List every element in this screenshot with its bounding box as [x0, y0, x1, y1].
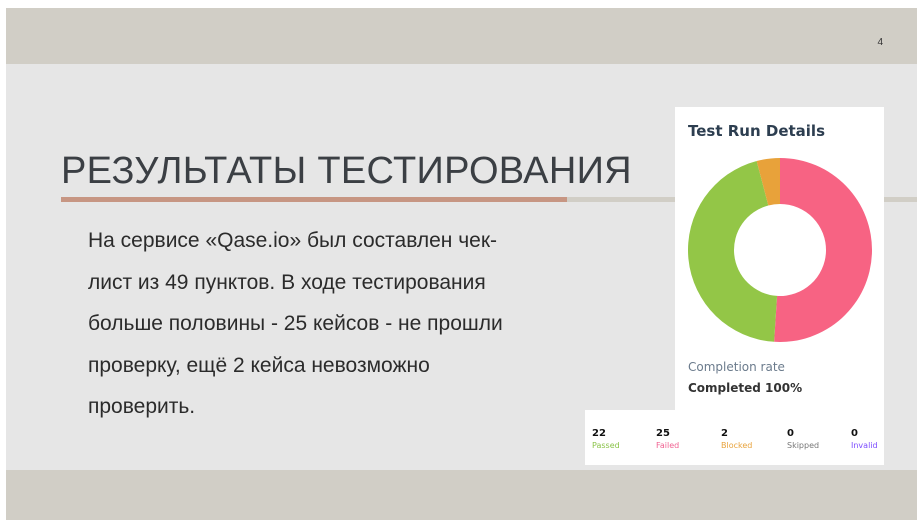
stat-skipped: 0 Skipped: [787, 428, 819, 451]
completion-value: Completed 100%: [688, 381, 803, 395]
body-line: На сервисе «Qase.io» был составлен чек-: [88, 229, 498, 252]
completion-label: Completion rate: [688, 360, 785, 374]
slide: 4 РЕЗУЛЬТАТЫ ТЕСТИРОВАНИЯ На сервисе «Qa…: [6, 8, 917, 520]
footer-band: [6, 470, 917, 520]
stat-value: 22: [592, 428, 606, 439]
card-title: Test Run Details: [688, 122, 825, 140]
stat-label: Failed: [656, 441, 680, 450]
stat-value: 25: [656, 428, 670, 439]
title-underline: [61, 197, 567, 202]
donut-chart: [688, 158, 872, 342]
page-number: 4: [877, 37, 883, 48]
donut-slice-passed: [688, 161, 778, 342]
donut-slice-failed: [774, 158, 872, 342]
stat-value: 0: [787, 428, 794, 439]
stat-invalid: 0 Invalid: [851, 428, 878, 451]
body-line: проверить.: [88, 395, 196, 418]
stat-label: Invalid: [851, 441, 878, 450]
stat-failed: 25 Failed: [656, 428, 679, 451]
stat-blocked: 2 Blocked: [721, 428, 752, 451]
slide-body-text: На сервисе «Qase.io» был составлен чек- …: [88, 220, 558, 428]
header-band: [6, 8, 917, 64]
body-line: проверку, ещё 2 кейса невозможно: [88, 353, 430, 377]
body-line: лист из 49 пунктов. В ходе тестирования: [88, 270, 486, 294]
stat-label: Passed: [592, 441, 620, 450]
stats-panel: 22 Passed 25 Failed 2 Blocked 0 Skipped …: [585, 410, 884, 465]
stat-passed: 22 Passed: [592, 428, 620, 451]
stat-label: Blocked: [721, 441, 753, 450]
body-line: больше половины - 25 кейсов - не прошли: [88, 312, 503, 335]
slide-title: РЕЗУЛЬТАТЫ ТЕСТИРОВАНИЯ: [61, 150, 632, 192]
stat-label: Skipped: [787, 441, 820, 450]
stat-value: 2: [721, 428, 728, 439]
stat-value: 0: [851, 428, 858, 439]
